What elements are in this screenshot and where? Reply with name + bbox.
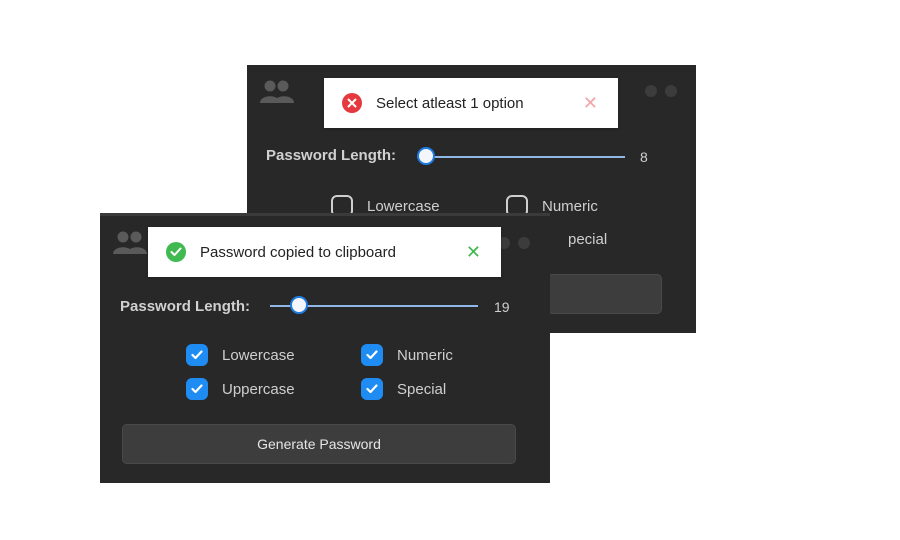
error-circle-icon xyxy=(342,93,362,113)
generate-password-button[interactable]: Generate Password xyxy=(122,424,516,464)
slider-thumb[interactable] xyxy=(290,296,308,314)
toast-message: Password copied to clipboard xyxy=(200,243,396,261)
option-uppercase[interactable]: Uppercase xyxy=(186,378,295,400)
option-label: Special xyxy=(397,380,447,398)
check-icon xyxy=(366,350,378,360)
slider-track xyxy=(417,156,625,158)
users-icon xyxy=(113,231,147,254)
option-numeric[interactable]: Numeric xyxy=(361,344,453,366)
check-icon xyxy=(191,384,203,394)
option-label: Lowercase xyxy=(222,346,295,364)
check-icon xyxy=(366,384,378,394)
option-special-partial[interactable]: pecial xyxy=(568,231,607,248)
checkbox-lowercase[interactable] xyxy=(186,344,208,366)
option-lowercase[interactable]: Lowercase xyxy=(186,344,295,366)
slider-thumb[interactable] xyxy=(417,147,435,165)
error-toast: Select atleast 1 option ✕ xyxy=(324,78,618,128)
checkbox-uppercase[interactable] xyxy=(186,378,208,400)
option-label: Uppercase xyxy=(222,380,295,398)
option-label: Numeric xyxy=(397,346,453,364)
password-length-row: Password Length: xyxy=(120,298,250,315)
users-icon xyxy=(260,80,294,103)
password-length-label: Password Length: xyxy=(120,298,251,315)
password-length-slider[interactable] xyxy=(270,296,478,316)
success-check-icon xyxy=(166,242,186,262)
window-controls xyxy=(645,85,677,97)
front-window: Password copied to clipboard ✕ Password … xyxy=(100,213,550,483)
password-length-value: 19 xyxy=(494,299,510,315)
password-length-slider[interactable] xyxy=(417,147,625,167)
close-button[interactable] xyxy=(665,85,677,97)
password-length-label: Password Length: xyxy=(266,147,397,164)
option-label: Numeric xyxy=(542,197,598,215)
checkbox-numeric[interactable] xyxy=(361,344,383,366)
close-button[interactable] xyxy=(518,237,530,249)
password-length-value: 8 xyxy=(640,149,648,165)
check-icon xyxy=(191,350,203,360)
option-label: pecial xyxy=(568,231,608,248)
minimize-button[interactable] xyxy=(645,85,657,97)
toast-message: Select atleast 1 option xyxy=(376,94,524,112)
close-icon[interactable]: ✕ xyxy=(583,93,598,114)
option-special[interactable]: Special xyxy=(361,378,446,400)
window-controls xyxy=(498,237,530,249)
generate-password-button[interactable] xyxy=(547,274,662,314)
password-length-row: Password Length: xyxy=(266,147,396,164)
success-toast: Password copied to clipboard ✕ xyxy=(148,227,501,277)
option-label: Lowercase xyxy=(367,197,440,215)
checkbox-special[interactable] xyxy=(361,378,383,400)
close-icon[interactable]: ✕ xyxy=(466,242,481,263)
